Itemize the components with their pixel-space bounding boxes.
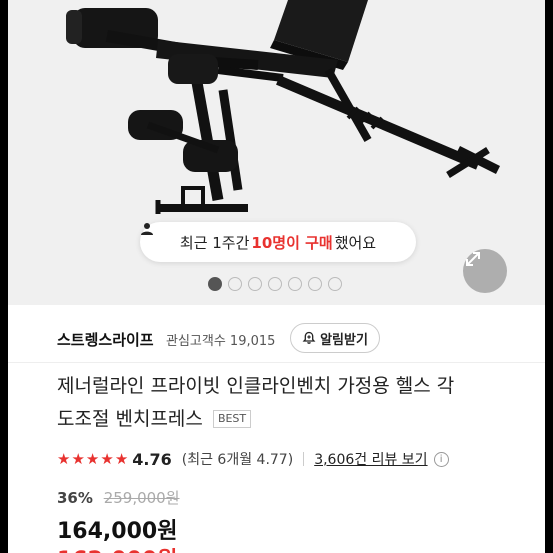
notice-highlight: 10명이 구매 [251, 233, 333, 252]
divider [303, 452, 305, 466]
star-icon: ★ [100, 449, 114, 468]
carousel-dot[interactable] [228, 277, 242, 291]
product-page: 최근 1주간 10명이 구매 했어요 스트렝스라이프 관심고객수 19,015 … [8, 0, 545, 553]
product-title: 제너럴라인 프라이빗 인클라인벤치 가정용 헬스 각 도조절 벤치프레스 BES… [57, 370, 517, 436]
recent-rating: (최근 6개월 4.77) [181, 452, 294, 468]
star-icon: ★ [57, 449, 71, 468]
notice-prefix: 최근 1주간 [179, 233, 250, 252]
carousel-dot[interactable] [328, 277, 342, 291]
carousel-dot[interactable] [248, 277, 262, 291]
seller-name[interactable]: 스트렝스라이프 [57, 329, 154, 350]
rating-row: ★ ★ ★ ★ ★ 4.76 (최근 6개월 4.77) 3,606건 리뷰 보… [57, 447, 517, 471]
star-icon: ★ [114, 449, 129, 468]
bell-plus-icon [302, 331, 316, 344]
expand-icon [466, 252, 480, 266]
discount-rate: 36% [57, 489, 93, 507]
seller-row: 스트렝스라이프 관심고객수 19,015 알림받기 [8, 315, 545, 363]
review-link[interactable]: 3,606건 리뷰 보기 [314, 449, 427, 469]
star-icon: ★ [85, 449, 100, 468]
sale-price: 164,000원 [57, 519, 178, 544]
favorite-count: 관심고객수 19,015 [166, 334, 276, 349]
carousel-indicator [208, 277, 342, 291]
product-title-line2: 도조절 벤치프레스 [57, 408, 203, 430]
product-image-area[interactable]: 최근 1주간 10명이 구매 했어요 [8, 0, 545, 305]
rating-score: 4.76 [132, 449, 172, 469]
alert-button[interactable]: 알림받기 [290, 323, 380, 353]
original-price: 259,000원 [103, 489, 180, 507]
star-icon: ★ [71, 449, 85, 468]
notice-suffix: 했어요 [334, 233, 377, 252]
carousel-dot[interactable] [308, 277, 322, 291]
recent-purchase-notice: 최근 1주간 10명이 구매 했어요 [140, 222, 416, 262]
carousel-dot[interactable] [268, 277, 282, 291]
product-title-line1: 제너럴라인 프라이빗 인클라인벤치 가정용 헬스 각 [57, 375, 455, 397]
device-frame: 최근 1주간 10명이 구매 했어요 스트렝스라이프 관심고객수 19,015 … [0, 0, 553, 553]
best-badge: BEST [212, 410, 252, 428]
star-rating: ★ ★ ★ ★ ★ [57, 449, 129, 468]
alert-button-label: 알림받기 [320, 332, 368, 348]
expand-image-button[interactable] [463, 249, 507, 293]
discount-row: 36% 259,000원 [57, 487, 180, 508]
coupon-price: 162,000원 [57, 542, 177, 553]
person-icon [141, 223, 153, 235]
carousel-dot[interactable] [288, 277, 302, 291]
info-icon[interactable]: i [433, 451, 449, 467]
carousel-dot[interactable] [208, 277, 222, 291]
